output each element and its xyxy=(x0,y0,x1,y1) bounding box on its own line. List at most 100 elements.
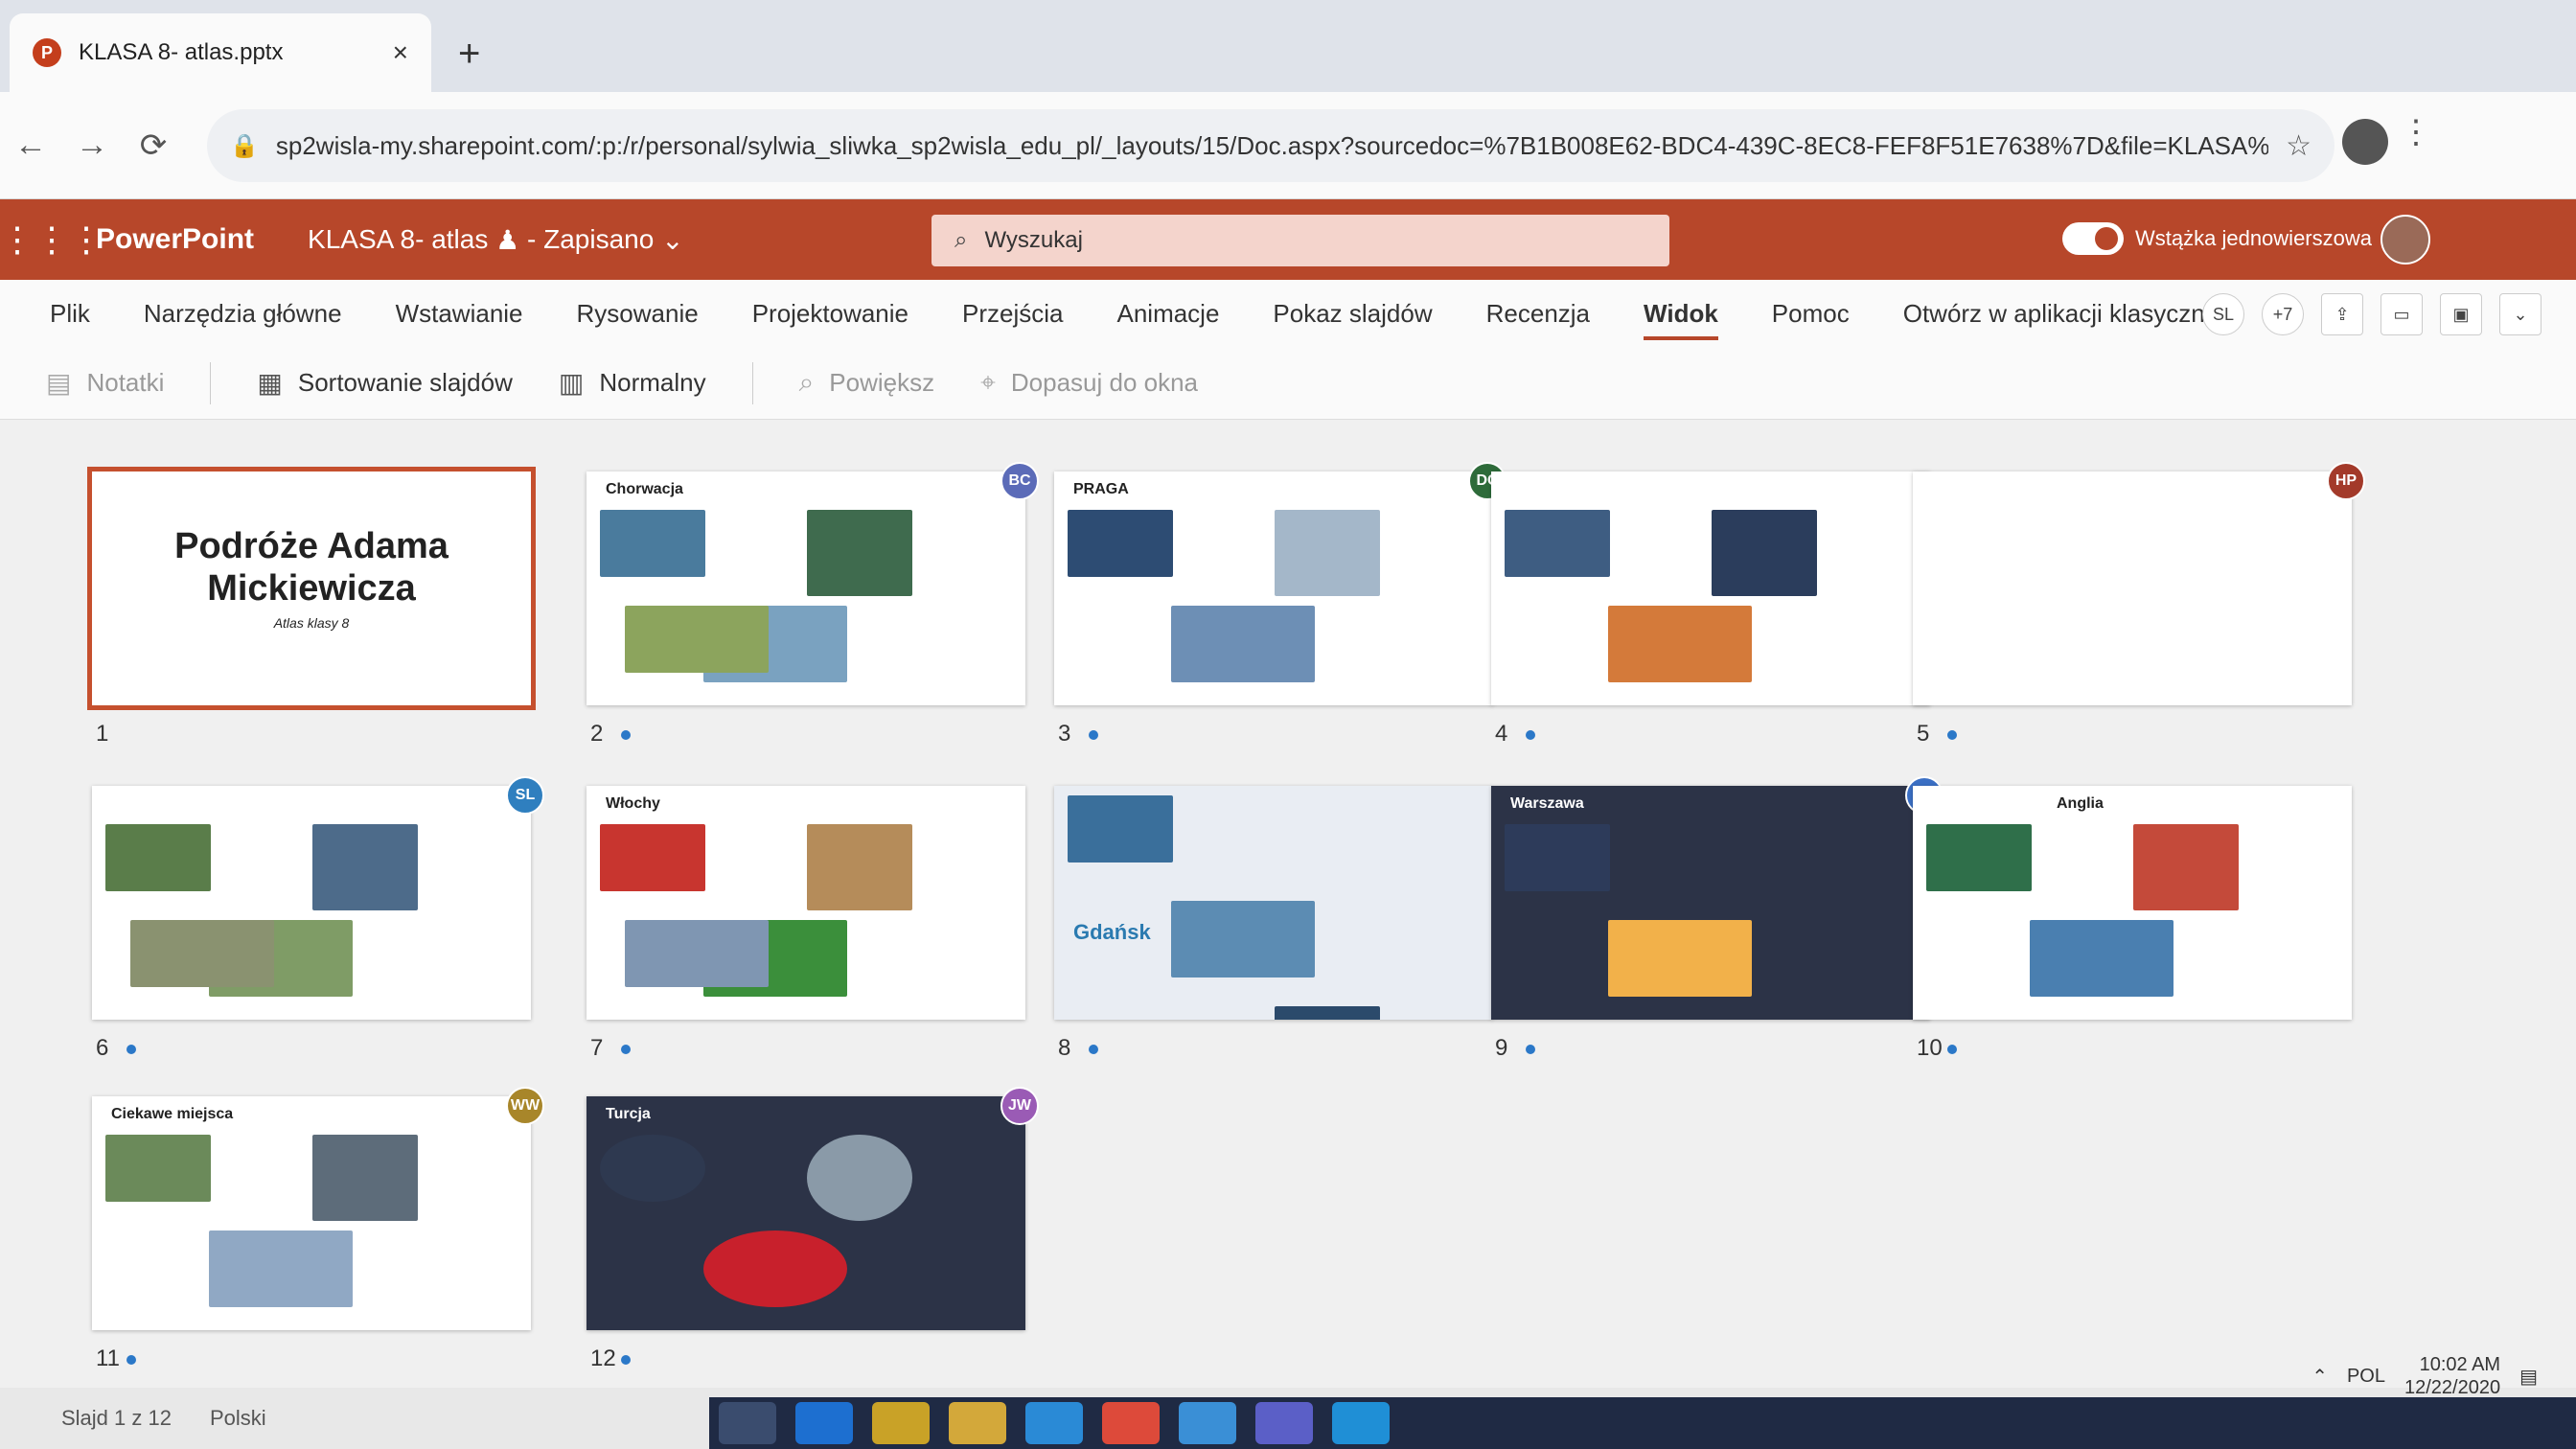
search-box[interactable]: ⌕ Wyszukaj xyxy=(932,215,1669,266)
bookmark-star-icon[interactable]: ☆ xyxy=(2286,129,2312,163)
slide-thumbnail-cell[interactable]: Podróże Adama Mickiewicza Atlas klasy 8 1 xyxy=(87,467,560,763)
slide-number: 10 xyxy=(1917,1035,1943,1061)
language-indicator[interactable]: Polski xyxy=(210,1406,266,1431)
store-icon[interactable] xyxy=(872,1402,930,1444)
back-button[interactable]: ← xyxy=(0,126,61,164)
app-icon[interactable] xyxy=(1332,1402,1390,1444)
teams-icon[interactable] xyxy=(1255,1402,1313,1444)
slide-photo xyxy=(2133,824,2239,910)
tab-close-icon[interactable]: × xyxy=(393,37,408,68)
browser-icon[interactable] xyxy=(1179,1402,1236,1444)
address-bar[interactable]: 🔒 sp2wisla-my.sharepoint.com/:p:/r/perso… xyxy=(207,109,2334,182)
slide-thumbnail-cell[interactable]: 5 HP xyxy=(1913,462,2380,763)
ribbon-tab-10[interactable]: Pomoc xyxy=(1772,299,1850,329)
slide-thumbnail[interactable]: Ciekawe miejsca xyxy=(92,1096,531,1330)
slide-thumbnail[interactable]: Gdańsk xyxy=(1054,786,1493,1020)
input-language[interactable]: POL xyxy=(2347,1366,2385,1388)
save-status[interactable]: - Zapisano xyxy=(527,224,654,255)
app-name[interactable]: PowerPoint xyxy=(96,223,254,256)
slide-thumbnail-cell[interactable]: Anglia 10 xyxy=(1913,786,2380,1077)
slide-comment-dot-icon xyxy=(621,1355,631,1365)
slide-number: 12 xyxy=(590,1346,616,1371)
slide-thumbnail[interactable]: Włochy xyxy=(586,786,1025,1020)
presence-more[interactable]: +7 xyxy=(2262,293,2304,335)
ribbon-tab-5[interactable]: Przejścia xyxy=(962,299,1063,329)
slide-thumbnail[interactable] xyxy=(1491,472,1930,705)
ribbon-tab-9[interactable]: Widok xyxy=(1644,299,1718,340)
slide-thumbnail-cell[interactable]: Ciekawe miejsca 11 WW xyxy=(92,1087,560,1388)
chevron-down-icon[interactable]: ⌄ xyxy=(654,224,683,256)
ribbon-tab-0[interactable]: Plik xyxy=(50,299,90,329)
slide-photo xyxy=(600,1135,705,1202)
slide-thumbnail[interactable]: Podróże Adama Mickiewicza Atlas klasy 8 xyxy=(87,467,536,710)
slide-thumbnail-cell[interactable]: Gdańsk 8 xyxy=(1054,786,1522,1077)
normal-view-icon: ▥ xyxy=(558,368,585,398)
slide-thumbnail-cell[interactable]: 4 xyxy=(1491,472,1959,763)
slide-thumbnail-cell[interactable]: Chorwacja 2 BC xyxy=(586,462,1054,763)
present-icon[interactable]: ▣ xyxy=(2440,293,2482,335)
slide-thumbnail-cell[interactable]: Warszawa9MP xyxy=(1491,776,1959,1077)
browser-tab-strip: P KLASA 8- atlas.pptx × + xyxy=(0,0,2576,92)
share-icon[interactable]: ⇪ xyxy=(2321,293,2363,335)
url-text[interactable]: sp2wisla-my.sharepoint.com/:p:/r/persona… xyxy=(276,131,2268,161)
start-icon[interactable] xyxy=(719,1402,776,1444)
slide-thumbnail[interactable]: PRAGA xyxy=(1054,472,1493,705)
notifications-icon[interactable]: ▤ xyxy=(2519,1365,2538,1389)
ribbon-tab-4[interactable]: Projektowanie xyxy=(752,299,908,329)
command-label: Dopasuj do okna xyxy=(1010,368,1199,397)
slide-photo xyxy=(807,824,912,910)
profile-avatar-icon[interactable] xyxy=(2342,119,2388,165)
command-1[interactable]: ▦ Sortowanie slajdów xyxy=(257,367,512,399)
slide-thumbnail[interactable] xyxy=(92,786,531,1020)
slide-photo xyxy=(1171,901,1315,978)
command-0[interactable]: ▤ Notatki xyxy=(46,367,164,399)
slide-comment-dot-icon xyxy=(1526,730,1535,740)
new-tab-button[interactable]: + xyxy=(458,33,480,76)
chevron-down-icon[interactable]: ⌄ xyxy=(2499,293,2542,335)
command-4[interactable]: ⌖ Dopasuj do okna xyxy=(980,367,1198,399)
slide-number: 5 xyxy=(1917,721,1930,747)
user-avatar[interactable] xyxy=(2380,215,2430,264)
chrome-icon[interactable] xyxy=(1102,1402,1160,1444)
command-label: Notatki xyxy=(86,368,165,397)
slide-photo xyxy=(1608,606,1752,682)
slide-thumbnail[interactable]: Turcja xyxy=(586,1096,1025,1330)
ribbon-tabs: Plik Narzędzia główne Wstawianie Rysowanie P… xyxy=(0,280,2576,347)
slide-thumbnail-cell[interactable]: PRAGA 3 DC xyxy=(1054,462,1522,763)
ribbon-tab-7[interactable]: Pokaz slajdów xyxy=(1273,299,1432,329)
slide-thumbnail[interactable]: Chorwacja xyxy=(586,472,1025,705)
edge-icon[interactable] xyxy=(795,1402,853,1444)
ribbon-tab-1[interactable]: Narzędzia główne xyxy=(144,299,342,329)
folder-icon[interactable] xyxy=(949,1402,1006,1444)
slide-thumbnail-cell[interactable]: Turcja 12 JW xyxy=(586,1087,1054,1388)
command-3[interactable]: ⌕ Powiększ xyxy=(799,367,935,399)
clock[interactable]: 10:02 AM 12/22/2020 xyxy=(2404,1353,2500,1399)
slide-thumbnail[interactable]: Warszawa xyxy=(1491,786,1930,1020)
mail-icon[interactable] xyxy=(1025,1402,1083,1444)
browser-tab[interactable]: P KLASA 8- atlas.pptx × xyxy=(10,13,431,92)
slide-thumbnail[interactable] xyxy=(1913,472,2352,705)
forward-button[interactable]: → xyxy=(61,126,123,164)
command-2[interactable]: ▥ Normalny xyxy=(559,367,706,399)
chevron-up-icon[interactable]: ⌃ xyxy=(2312,1365,2328,1389)
simplified-ribbon-toggle[interactable] xyxy=(2062,222,2124,255)
slide-thumbnail-cell[interactable]: Włochy 7 xyxy=(586,786,1054,1077)
app-launcher-icon[interactable]: ⋮⋮⋮ xyxy=(0,219,104,260)
slide-thumbnail[interactable]: Anglia xyxy=(1913,786,2352,1020)
tab-title: KLASA 8- atlas.pptx xyxy=(79,39,284,65)
slide-photo xyxy=(703,1230,847,1307)
browser-menu-icon[interactable]: ⋮ xyxy=(2400,113,2432,151)
ribbon-tab-2[interactable]: Wstawianie xyxy=(396,299,523,329)
ribbon-tab-8[interactable]: Recenzja xyxy=(1486,299,1590,329)
ribbon-tab-6[interactable]: Animacje xyxy=(1116,299,1219,329)
comments-icon[interactable]: ▭ xyxy=(2380,293,2423,335)
slide-thumbnail-cell[interactable]: 6 SL xyxy=(92,776,560,1077)
ribbon-tab-11[interactable]: Otwórz w aplikacji klasycznej xyxy=(1903,299,2224,329)
slide-photo xyxy=(1275,510,1380,596)
slide-number: 6 xyxy=(96,1035,109,1061)
document-name[interactable]: KLASA 8- atlas xyxy=(308,224,488,255)
presence-avatar[interactable]: SL xyxy=(2202,293,2244,335)
ribbon-tab-3[interactable]: Rysowanie xyxy=(577,299,699,329)
reload-button[interactable]: ⟳ xyxy=(123,126,184,165)
slide-photo xyxy=(600,824,705,891)
